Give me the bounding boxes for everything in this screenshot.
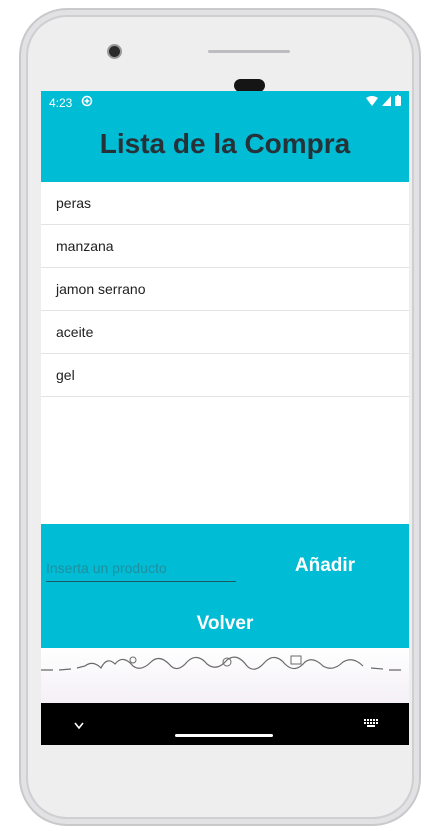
list-item[interactable]: gel (41, 354, 409, 397)
chevron-down-icon[interactable] (74, 717, 84, 733)
home-handle[interactable] (175, 734, 273, 737)
status-time: 4:23 (49, 96, 73, 110)
front-camera (109, 46, 120, 57)
wallpaper-strip (41, 648, 409, 703)
data-saver-icon (81, 95, 93, 110)
navigation-bar (41, 703, 409, 745)
battery-icon (395, 95, 401, 109)
list-item[interactable]: manzana (41, 225, 409, 268)
doodle-illustration (41, 655, 401, 671)
bottom-panel: Añadir Volver (41, 524, 409, 648)
shopping-list: peras manzana jamon serrano aceite gel (41, 182, 409, 397)
page-title: Lista de la Compra (99, 128, 351, 159)
list-item[interactable]: aceite (41, 311, 409, 354)
wifi-icon (366, 95, 378, 109)
signal-icon (382, 95, 391, 109)
status-icons (366, 95, 401, 109)
status-bar: 4:23 (41, 91, 409, 115)
back-button[interactable]: Volver (175, 609, 275, 639)
speaker-slit (208, 50, 290, 53)
add-button[interactable]: Añadir (273, 552, 377, 580)
app-screen: 4:23 Lista de la Compra peras manzana ja… (41, 91, 409, 745)
keyboard-icon[interactable] (363, 715, 379, 733)
product-input[interactable] (46, 555, 236, 582)
list-item[interactable]: peras (41, 182, 409, 225)
list-item[interactable]: jamon serrano (41, 268, 409, 311)
app-bar: Lista de la Compra (41, 115, 409, 182)
